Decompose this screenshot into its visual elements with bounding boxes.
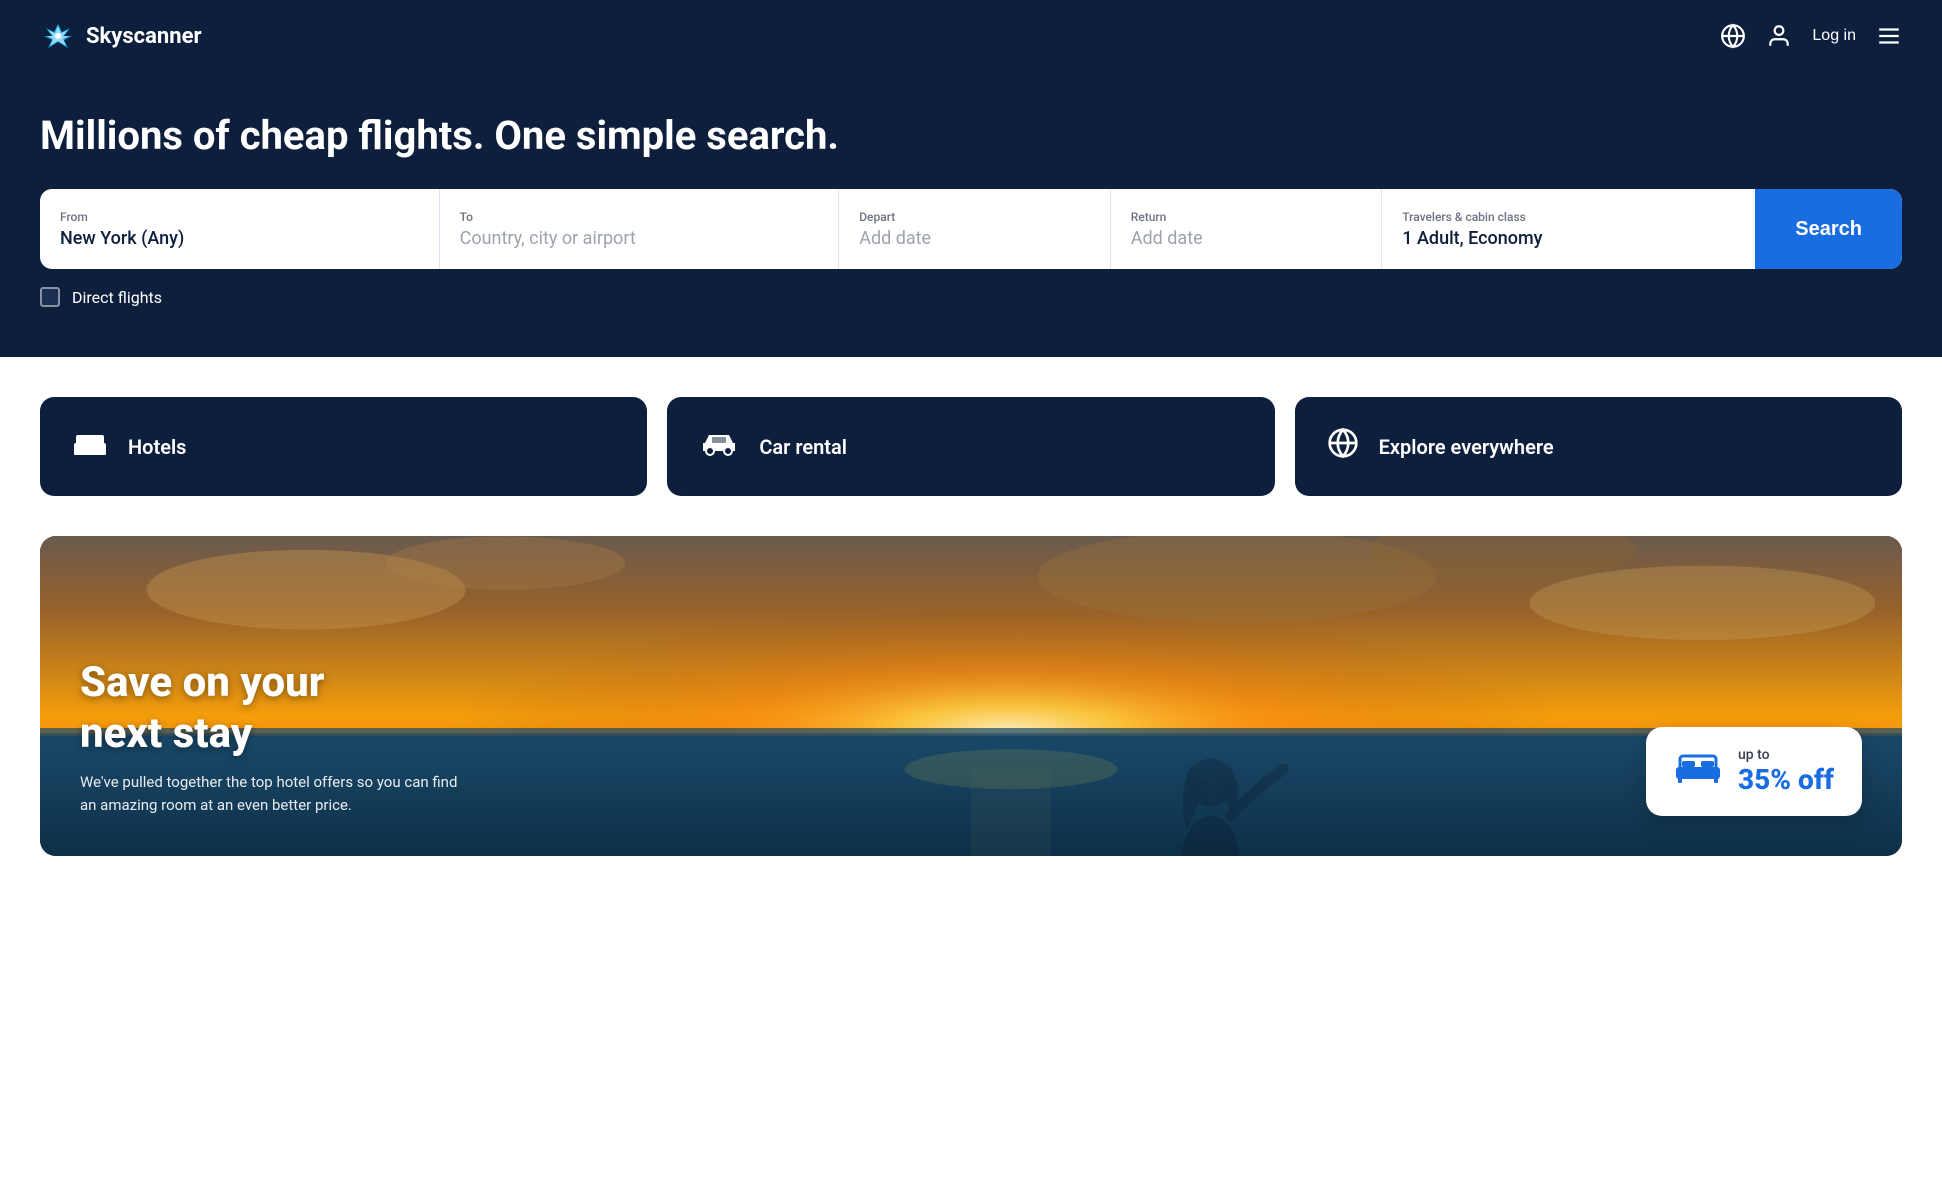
depart-placeholder: Add date [859, 228, 1090, 249]
skyscanner-logo-icon [40, 18, 76, 54]
explore-globe-icon [1327, 427, 1359, 466]
travelers-label: Travelers & cabin class [1402, 210, 1735, 224]
return-field[interactable]: Return Add date [1111, 189, 1383, 269]
search-bar: From New York (Any) To Country, city or … [40, 189, 1902, 269]
from-label: From [60, 210, 419, 224]
return-label: Return [1131, 210, 1362, 224]
hotels-label: Hotels [128, 435, 186, 459]
depart-field[interactable]: Depart Add date [839, 189, 1111, 269]
to-label: To [460, 210, 819, 224]
logo-text: Skyscanner [86, 24, 202, 49]
car-icon [699, 429, 739, 464]
hotel-hero-heading: Save on your next stay [80, 658, 460, 759]
search-button[interactable]: Search [1755, 189, 1902, 269]
car-rental-card[interactable]: Car rental [667, 397, 1274, 496]
to-field[interactable]: To Country, city or airport [440, 189, 840, 269]
car-rental-label: Car rental [759, 435, 847, 459]
direct-flights-label[interactable]: Direct flights [72, 288, 162, 307]
hotels-card[interactable]: Hotels [40, 397, 647, 496]
travelers-field[interactable]: Travelers & cabin class 1 Adult, Economy [1382, 189, 1755, 269]
from-value: New York (Any) [60, 228, 419, 249]
hotel-promo-banner[interactable]: Save on your next stay We've pulled toge… [40, 536, 1902, 856]
user-icon[interactable] [1766, 23, 1792, 49]
savings-discount: 35% off [1738, 763, 1834, 796]
hamburger-menu-icon[interactable] [1876, 23, 1902, 49]
to-placeholder: Country, city or airport [460, 228, 819, 249]
logo[interactable]: Skyscanner [40, 18, 202, 54]
direct-flights-row: Direct flights [40, 287, 1902, 307]
main-content: Hotels Car rental Explore everywhere [0, 357, 1942, 856]
explore-label: Explore everywhere [1379, 435, 1554, 459]
site-header: Skyscanner Log in [0, 0, 1942, 72]
hotel-hero-subtext: We've pulled together the top hotel offe… [80, 771, 460, 816]
service-cards: Hotels Car rental Explore everywhere [40, 397, 1902, 496]
depart-label: Depart [859, 210, 1090, 224]
explore-card[interactable]: Explore everywhere [1295, 397, 1902, 496]
login-button[interactable]: Log in [1812, 27, 1856, 45]
savings-badge: up to 35% off [1646, 727, 1862, 816]
savings-prefix: up to [1738, 747, 1834, 763]
savings-badge-text: up to 35% off [1738, 747, 1834, 796]
direct-flights-checkbox[interactable] [40, 287, 60, 307]
hero-title: Millions of cheap flights. One simple se… [40, 112, 1902, 159]
from-field[interactable]: From New York (Any) [40, 189, 440, 269]
hotel-bed-icon [72, 429, 108, 464]
hotel-promo-text: Save on your next stay We've pulled toge… [80, 658, 460, 816]
globe-icon[interactable] [1720, 23, 1746, 49]
return-placeholder: Add date [1131, 228, 1362, 249]
hero-section: Millions of cheap flights. One simple se… [0, 72, 1942, 357]
header-nav: Log in [1720, 23, 1902, 49]
travelers-value: 1 Adult, Economy [1402, 228, 1735, 249]
savings-bed-icon [1674, 749, 1722, 795]
